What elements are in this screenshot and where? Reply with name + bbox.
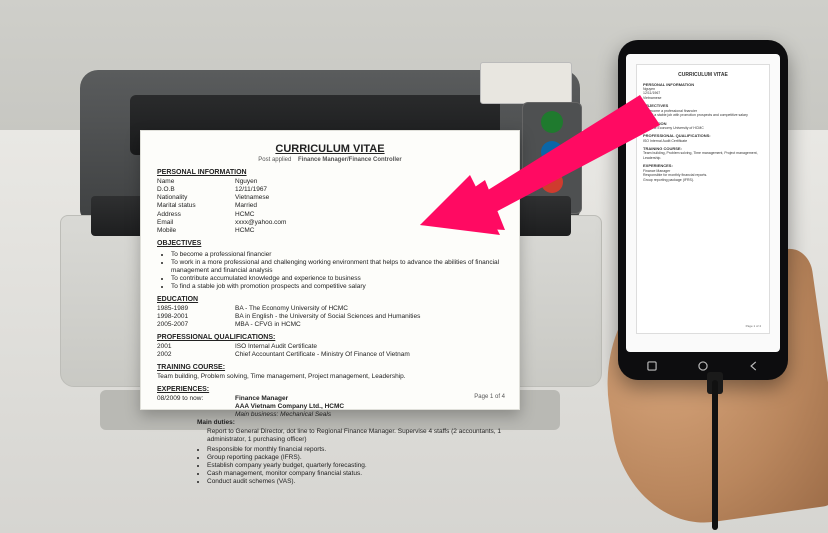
smartphone: CURRICULUM VITAE PERSONAL INFORMATION Ng… bbox=[618, 40, 788, 380]
phone-nav-bar bbox=[626, 358, 780, 374]
doc-post-applied: Post applied Finance Manager/Finance Con… bbox=[157, 157, 503, 165]
go-button[interactable] bbox=[541, 111, 563, 133]
doc-title: CURRICULUM VITAE bbox=[157, 143, 503, 157]
power-button[interactable] bbox=[541, 141, 563, 163]
scene-root: LBP2900 CURRICULUM VITAE Post applied Fi… bbox=[0, 0, 828, 533]
doc-page-indicator: Page 1 of 4 bbox=[474, 394, 505, 402]
sec-education: EDUCATION bbox=[157, 296, 503, 305]
cancel-button[interactable] bbox=[541, 171, 563, 193]
phone-document-preview: CURRICULUM VITAE PERSONAL INFORMATION Ng… bbox=[636, 64, 770, 334]
recent-apps-icon[interactable] bbox=[645, 359, 659, 373]
training-text: Team building, Problem solving, Time man… bbox=[157, 373, 503, 381]
duties-list: Responsible for monthly financial report… bbox=[207, 446, 503, 487]
sec-personal: PERSONAL INFORMATION bbox=[157, 169, 503, 178]
printed-document: CURRICULUM VITAE Post applied Finance Ma… bbox=[140, 130, 520, 410]
sec-experiences: EXPERIENCES: bbox=[157, 386, 503, 395]
sec-prof-q: PROFESSIONAL QUALIFICATIONS: bbox=[157, 334, 503, 343]
usb-cable bbox=[712, 380, 718, 530]
back-icon[interactable] bbox=[747, 359, 761, 373]
phone-screen[interactable]: CURRICULUM VITAE PERSONAL INFORMATION Ng… bbox=[626, 54, 780, 352]
objectives-list: To become a professional financier To wo… bbox=[171, 251, 503, 292]
sec-objectives: OBJECTIVES bbox=[157, 240, 503, 249]
printer-logo-plate bbox=[480, 62, 572, 104]
sec-training: TRAINING COURSE: bbox=[157, 364, 503, 373]
home-icon[interactable] bbox=[696, 359, 710, 373]
